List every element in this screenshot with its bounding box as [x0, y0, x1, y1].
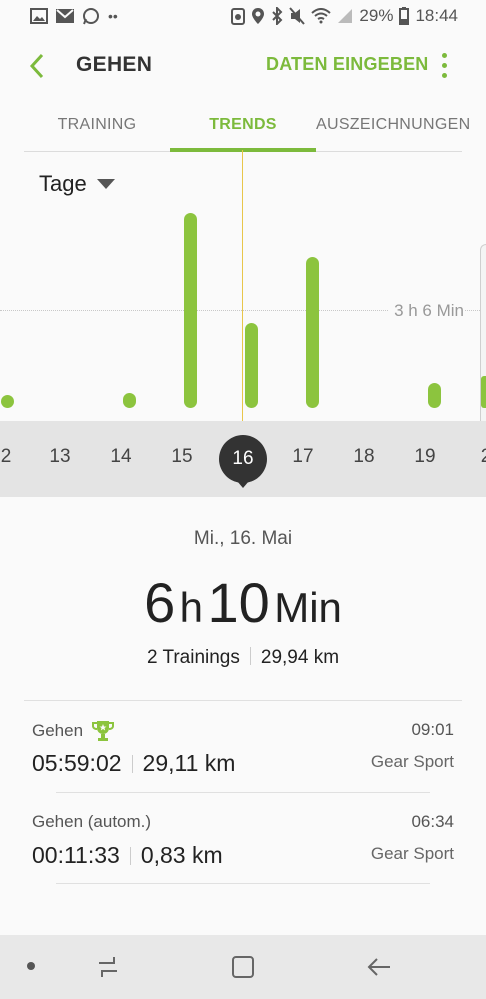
total-distance: 29,94 km [260, 647, 340, 668]
chart-bar-day-20[interactable] [428, 383, 441, 408]
selection-line [242, 150, 243, 422]
nav-dot-icon[interactable] [27, 962, 35, 970]
status-bar: •• 29% 18:44 [0, 0, 486, 34]
record-start-time: 06:34 [411, 812, 454, 831]
active-tab-indicator [170, 148, 316, 152]
app-bar: GEHEN DATEN EINGEBEN [0, 34, 486, 98]
back-nav-icon[interactable] [366, 955, 392, 979]
chart-bar-offscreen [481, 376, 486, 408]
day-label[interactable]: 2 [0, 446, 26, 468]
tab-bar: TRAINING TRENDS AUSZEICHNUNGEN [24, 98, 470, 152]
record-name: Gehen [32, 721, 84, 740]
selected-day-label: 16 [232, 448, 254, 469]
enter-data-button[interactable]: DATEN EINGEBEN [266, 54, 428, 75]
record-distance: 29,11 km [142, 750, 236, 776]
divider [56, 883, 430, 884]
location-icon [252, 8, 265, 24]
wifi-icon [311, 8, 332, 24]
record-start-time: 09:01 [411, 720, 454, 739]
record-device: Gear Sport [370, 752, 454, 771]
battery-percent: 29% [359, 6, 394, 25]
chart-scroll-handle[interactable] [480, 244, 486, 442]
selected-date: Mi., 16. Mai [193, 528, 293, 549]
recent-apps-icon[interactable] [96, 955, 120, 979]
total-hours: 6 [144, 571, 176, 634]
save-battery-icon [231, 8, 246, 25]
selected-day[interactable]: 16 [219, 435, 267, 488]
day-label[interactable]: 17 [283, 446, 323, 468]
mail-icon [56, 9, 74, 23]
divider [56, 792, 430, 793]
reference-label: 3 h 6 Min [388, 301, 464, 321]
tab-auszeichnungen[interactable]: AUSZEICHNUNGEN [316, 98, 470, 152]
day-label[interactable]: 13 [40, 446, 80, 468]
more-notifications-icon: •• [108, 8, 118, 24]
training-record[interactable]: Gehen (autom.) 06:34 00:11:33 0,83 km Gea… [32, 812, 454, 892]
record-device: Gear Sport [370, 844, 454, 863]
day-label[interactable]: 15 [162, 446, 202, 468]
chart-bar-day-13[interactable] [1, 395, 14, 408]
day-label[interactable]: 2 [466, 446, 486, 468]
home-icon[interactable] [231, 955, 255, 979]
record-distance: 0,83 km [140, 842, 223, 868]
chart-bar-day-16[interactable] [184, 213, 197, 408]
training-record[interactable]: Gehen 09:01 05:59:02 29,11 km Gear Sport [32, 720, 454, 800]
record-name: Gehen (autom.) [32, 812, 152, 831]
total-duration: 6 h 10 Min [0, 570, 486, 635]
chart-bar-day-18[interactable] [306, 257, 319, 408]
record-duration: 05:59:02 [32, 750, 122, 776]
period-value: Tage [39, 171, 87, 196]
signal-icon [338, 9, 353, 23]
hours-unit: h [179, 584, 204, 631]
day-label[interactable]: 18 [344, 446, 384, 468]
dropdown-caret-icon [96, 179, 115, 189]
trophy-icon [92, 721, 115, 741]
back-arrow-icon[interactable] [26, 52, 50, 80]
bluetooth-icon [272, 7, 283, 25]
minutes-unit: Min [274, 584, 342, 631]
divider [24, 700, 462, 701]
clock: 18:44 [415, 6, 458, 25]
tab-trends[interactable]: TRENDS [170, 98, 316, 152]
more-options-icon[interactable] [436, 53, 452, 81]
whatsapp-icon [83, 8, 99, 25]
page-title: GEHEN [76, 53, 153, 76]
tab-training[interactable]: TRAINING [24, 98, 170, 152]
day-label[interactable]: 19 [405, 446, 445, 468]
period-dropdown[interactable]: Tage [39, 171, 115, 197]
day-strip[interactable]: 2 13 14 15 16 17 18 19 2 [0, 421, 486, 497]
chart-bar-day-15[interactable] [123, 393, 136, 408]
total-minutes: 10 [207, 571, 270, 634]
navigation-bar [0, 935, 486, 999]
day-label[interactable]: 14 [101, 446, 141, 468]
battery-icon [399, 7, 410, 25]
gallery-icon [30, 8, 48, 24]
mute-icon [289, 7, 306, 25]
record-duration: 00:11:33 [32, 842, 120, 868]
trainings-count: 2 Trainings [146, 647, 240, 668]
chart-bar-day-17[interactable] [245, 323, 258, 408]
day-summary: 2 Trainings 29,94 km [0, 647, 486, 669]
